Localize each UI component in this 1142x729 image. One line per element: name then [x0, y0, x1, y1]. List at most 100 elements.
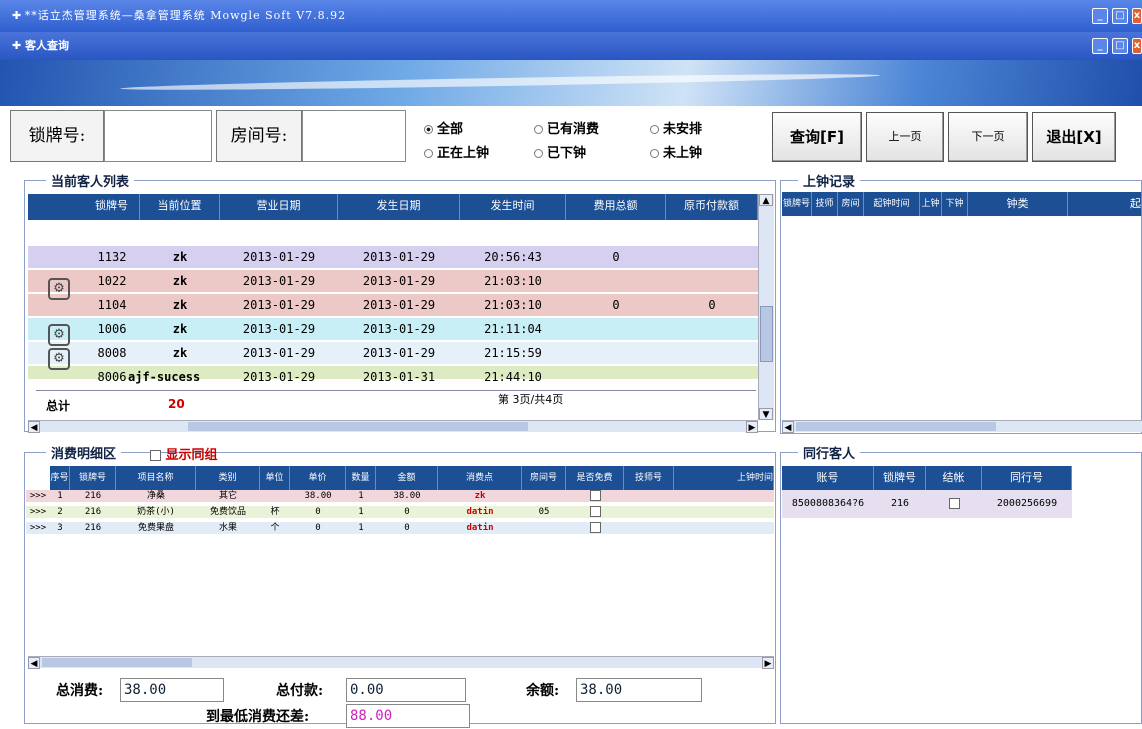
minimize-icon[interactable]: _ — [1092, 8, 1108, 24]
cell-bdate: 2013-01-29 — [242, 322, 316, 336]
balance-field[interactable]: 38.00 — [576, 678, 702, 702]
col-position[interactable]: 当前位置 — [140, 194, 220, 220]
show-group-checkbox[interactable]: 显示同组 — [150, 444, 218, 463]
col-room[interactable]: 房间 — [838, 192, 864, 216]
col-unit[interactable]: 单位 — [260, 466, 290, 490]
col-start-time[interactable]: 起钟时间 — [864, 192, 920, 216]
radio-unarranged[interactable]: 未安排 — [650, 118, 702, 137]
col-account[interactable]: 账号 — [782, 466, 874, 490]
consumption-hscroll[interactable]: ◀ ▶ — [28, 656, 774, 669]
cell-total: 0 — [612, 250, 620, 264]
table-row[interactable]: >>> 2 216 奶茶(小) 免费饮品 杯 0 1 0 datin 05 — [26, 506, 774, 518]
guest-list-legend: 当前客人列表 — [46, 171, 135, 190]
min-diff-field[interactable]: 88.00 — [346, 704, 470, 728]
scroll-thumb[interactable] — [796, 422, 996, 431]
table-row[interactable]: >>> 1 216 净桑 其它 38.00 1 38.00 zk — [26, 490, 774, 502]
free-checkbox[interactable] — [566, 490, 624, 502]
scroll-thumb[interactable] — [42, 658, 192, 667]
query-button[interactable]: 查询[F] — [772, 112, 862, 162]
col-business-date[interactable]: 营业日期 — [220, 194, 338, 220]
cell-bdate: 2013-01-29 — [242, 274, 316, 288]
col-price[interactable]: 单价 — [290, 466, 346, 490]
col-amount[interactable]: 金额 — [376, 466, 438, 490]
show-group-label: 显示同组 — [165, 448, 218, 463]
col-tech-no[interactable]: 技师号 — [624, 466, 674, 490]
col-group-no[interactable]: 同行号 — [982, 466, 1072, 490]
col-lock[interactable]: 锁牌号 — [84, 194, 140, 220]
scroll-left-icon[interactable]: ◀ — [28, 657, 40, 669]
col-lock[interactable]: 锁牌号 — [70, 466, 116, 490]
scroll-thumb[interactable] — [760, 306, 773, 362]
col-checkout[interactable]: 结帐 — [926, 466, 982, 490]
col-category[interactable]: 类别 — [196, 466, 260, 490]
scroll-left-icon[interactable]: ◀ — [782, 421, 794, 433]
radio-not-started[interactable]: 未上钟 — [650, 142, 702, 161]
col-tech[interactable]: 技师 — [812, 192, 838, 216]
guest-list-vscroll[interactable]: ▲ ▼ — [758, 194, 774, 420]
col-off[interactable]: 下钟 — [942, 192, 968, 216]
total-consume-field[interactable]: 38.00 — [120, 678, 224, 702]
table-row[interactable]: 8006 ajf-sucess 2013-01-29 2013-01-31 21… — [28, 366, 758, 384]
clock-record-hscroll[interactable]: ◀ — [782, 420, 1142, 433]
table-row[interactable]: 1104 zk 2013-01-29 2013-01-29 21:03:10 0… — [28, 294, 758, 317]
radio-all[interactable]: 全部 — [424, 118, 463, 137]
col-qty[interactable]: 数量 — [346, 466, 376, 490]
scroll-down-icon[interactable]: ▼ — [759, 408, 773, 420]
table-row[interactable]: 8500808364?6 216 2000256699 — [782, 490, 1072, 518]
maximize-icon[interactable]: □ — [1112, 8, 1128, 24]
room-number-input[interactable] — [302, 110, 406, 162]
col-free[interactable]: 是否免费 — [566, 466, 624, 490]
radio-dot — [424, 125, 433, 134]
free-checkbox[interactable] — [566, 522, 624, 534]
cell-paid — [666, 246, 758, 269]
col-total-fee[interactable]: 费用总额 — [566, 194, 666, 220]
col-room[interactable]: 房间号 — [522, 466, 566, 490]
child-close-icon[interactable]: x — [1132, 38, 1142, 54]
cell-amount: 38.00 — [393, 491, 421, 501]
scroll-right-icon[interactable]: ▶ — [762, 657, 774, 669]
table-row[interactable]: 1006 zk 2013-01-29 2013-01-29 21:11:04 — [28, 318, 758, 341]
col-paid[interactable]: 原币付款额 — [666, 194, 758, 220]
col-begin[interactable]: 起 — [1068, 192, 1142, 216]
table-row[interactable]: 1132 zk 2013-01-29 2013-01-29 20:56:43 0 — [28, 246, 758, 269]
child-maximize-icon[interactable]: □ — [1112, 38, 1128, 54]
scroll-right-icon[interactable]: ▶ — [746, 421, 758, 433]
table-row[interactable]: 1022 zk 2013-01-29 2013-01-29 21:03:10 — [28, 270, 758, 293]
child-minimize-icon[interactable]: _ — [1092, 38, 1108, 54]
free-checkbox[interactable] — [566, 506, 624, 518]
cell-account: 8500808364?6 — [791, 498, 865, 509]
col-on[interactable]: 上钟 — [920, 192, 942, 216]
radio-off-clock[interactable]: 已下钟 — [534, 142, 586, 161]
scroll-up-icon[interactable]: ▲ — [759, 194, 773, 206]
col-start-time[interactable]: 上钟时间 — [674, 466, 774, 490]
col-seq[interactable]: 序号 — [50, 466, 70, 490]
next-page-button[interactable]: 下一页 — [948, 112, 1028, 162]
radio-consumed[interactable]: 已有消费 — [534, 118, 599, 137]
cell-time: 21:44:10 — [484, 370, 542, 384]
col-clock-type[interactable]: 钟类 — [968, 192, 1068, 216]
col-lock[interactable]: 锁牌号 — [782, 192, 812, 216]
radio-unarranged-label: 未安排 — [663, 122, 703, 137]
total-paid-field[interactable]: 0.00 — [346, 678, 466, 702]
cell-price: 0 — [315, 507, 321, 517]
cell-unit: 个 — [270, 523, 280, 533]
col-item-name[interactable]: 项目名称 — [116, 466, 196, 490]
scroll-left-icon[interactable]: ◀ — [28, 421, 40, 433]
col-occur-date[interactable]: 发生日期 — [338, 194, 460, 220]
scroll-thumb[interactable] — [188, 422, 528, 431]
min-diff-label: 到最低消费还差: — [206, 709, 310, 725]
checkout-checkbox[interactable] — [926, 490, 982, 518]
guest-list-hscroll[interactable]: ◀ ▶ — [28, 420, 758, 433]
cell-category: 免费饮品 — [209, 507, 246, 517]
col-lock[interactable]: 锁牌号 — [874, 466, 926, 490]
lock-number-input[interactable] — [104, 110, 212, 162]
col-point[interactable]: 消费点 — [438, 466, 522, 490]
close-icon[interactable]: x — [1132, 8, 1142, 24]
col-occur-time[interactable]: 发生时间 — [460, 194, 566, 220]
prev-page-button[interactable]: 上一页 — [866, 112, 944, 162]
radio-on-clock[interactable]: 正在上钟 — [424, 142, 489, 161]
table-row[interactable]: >>> 3 216 免费果盘 水果 个 0 1 0 datin — [26, 522, 774, 534]
exit-button[interactable]: 退出[X] — [1032, 112, 1116, 162]
cell-room — [522, 522, 566, 534]
table-row[interactable]: 8008 zk 2013-01-29 2013-01-29 21:15:59 — [28, 342, 758, 365]
